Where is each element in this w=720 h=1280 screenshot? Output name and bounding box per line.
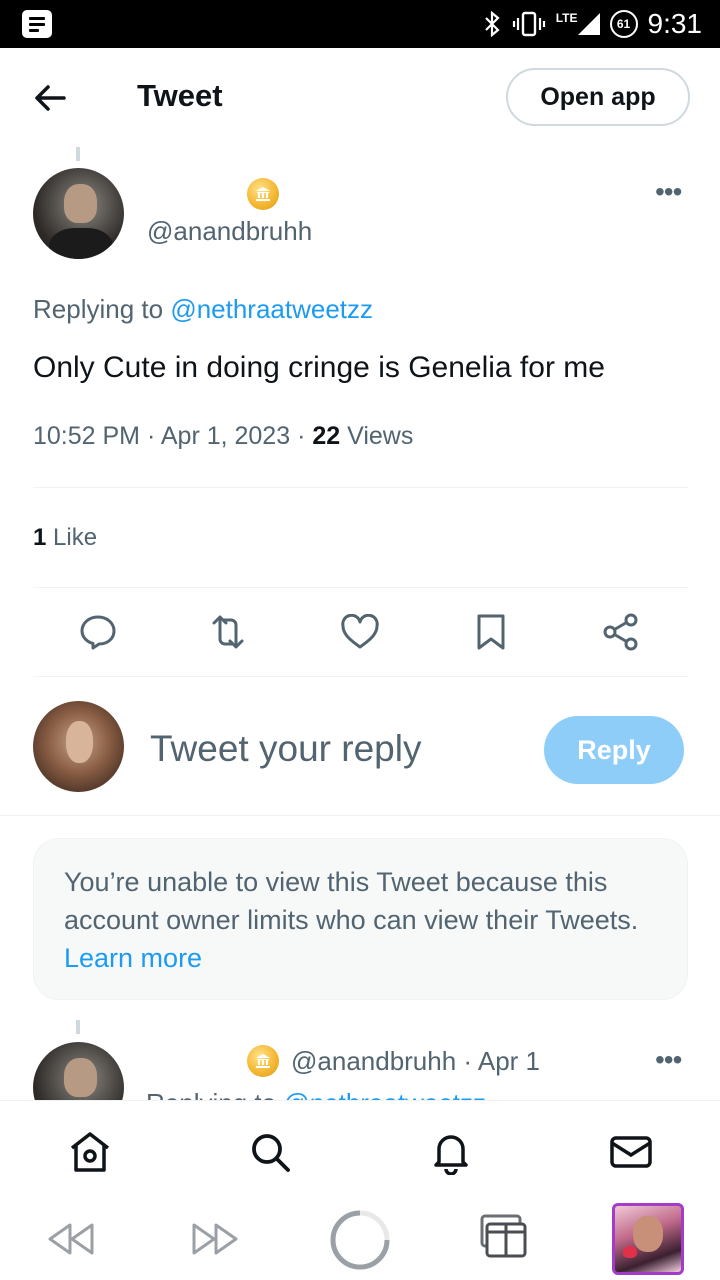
- bookmark-icon[interactable]: [469, 610, 513, 654]
- likes-label: Like: [53, 524, 98, 551]
- bluetooth-icon: [484, 11, 500, 37]
- tweet-text: Only Cute in doing cringe is Genelia for…: [33, 351, 605, 384]
- share-icon[interactable]: [599, 610, 643, 654]
- like-icon[interactable]: [338, 610, 382, 654]
- back-icon[interactable]: [46, 1219, 96, 1259]
- government-badge-icon: [247, 178, 279, 210]
- author-handle[interactable]: @anandbruhh: [147, 216, 312, 247]
- divider: [33, 676, 688, 677]
- active-tab-thumbnail[interactable]: [612, 1203, 684, 1275]
- replying-to-link[interactable]: @nethraatweetzz: [170, 294, 373, 324]
- notifications-icon[interactable]: [428, 1129, 474, 1175]
- page-header: Tweet Open app: [0, 48, 720, 148]
- restricted-tweet-notice: You’re unable to view this Tweet because…: [33, 838, 688, 1000]
- user-avatar: [33, 701, 124, 792]
- clock: 9:31: [647, 8, 703, 39]
- page-title: Tweet: [137, 78, 223, 113]
- replying-to-line: Replying to @nethraatweetzz: [33, 294, 373, 325]
- notice-text: You’re unable to view this Tweet because…: [64, 867, 639, 935]
- government-badge-icon: [247, 1045, 279, 1077]
- arrow-left-icon[interactable]: [30, 78, 70, 118]
- divider: [0, 815, 720, 816]
- replying-prefix: Replying to: [33, 294, 164, 324]
- next-tweet-header: @anandbruhh · Apr 1: [291, 1046, 541, 1076]
- likes-stat[interactable]: 1 Like: [33, 524, 97, 552]
- tweet-date[interactable]: Apr 1: [478, 1046, 540, 1076]
- messages-icon[interactable]: [608, 1129, 654, 1175]
- network-type: LTE: [555, 11, 578, 25]
- more-horizontal-icon[interactable]: •••: [655, 1046, 682, 1074]
- bottom-navigation: [0, 1100, 720, 1200]
- author-handle[interactable]: @anandbruhh: [291, 1046, 456, 1076]
- notification-icon: [22, 10, 52, 38]
- divider: [33, 487, 688, 488]
- thread-connector: [76, 1020, 80, 1034]
- forward-icon[interactable]: [190, 1219, 240, 1259]
- signal-icon: [577, 13, 600, 35]
- likes-count: 1: [33, 524, 47, 551]
- home-icon[interactable]: [67, 1129, 113, 1175]
- status-indicators: LTE 61 9:31: [482, 8, 702, 40]
- tabs-icon[interactable]: [478, 1214, 528, 1260]
- vibrate-icon: [512, 11, 545, 37]
- status-bar: LTE 61 9:31: [0, 0, 720, 48]
- author-avatar[interactable]: [33, 168, 124, 259]
- battery-indicator: 61: [609, 10, 638, 38]
- tweet-date[interactable]: Apr 1, 2023: [161, 422, 290, 450]
- retweet-icon[interactable]: [206, 610, 250, 654]
- views-count: 22: [312, 422, 341, 450]
- search-icon[interactable]: [247, 1129, 293, 1175]
- reply-button[interactable]: Reply: [544, 716, 684, 784]
- more-horizontal-icon[interactable]: •••: [655, 178, 682, 206]
- reply-input[interactable]: Tweet your reply: [150, 728, 421, 770]
- thread-connector: [76, 147, 80, 161]
- reload-icon[interactable]: [329, 1209, 391, 1271]
- learn-more-link[interactable]: Learn more: [64, 943, 202, 973]
- tweet-meta: 10:52 PM · Apr 1, 2023 · 22 Views: [33, 422, 414, 450]
- open-app-button[interactable]: Open app: [506, 68, 690, 126]
- divider: [33, 587, 688, 588]
- tweet-time[interactable]: 10:52 PM: [33, 422, 140, 450]
- views-label: Views: [347, 422, 414, 450]
- reply-icon[interactable]: [76, 610, 120, 654]
